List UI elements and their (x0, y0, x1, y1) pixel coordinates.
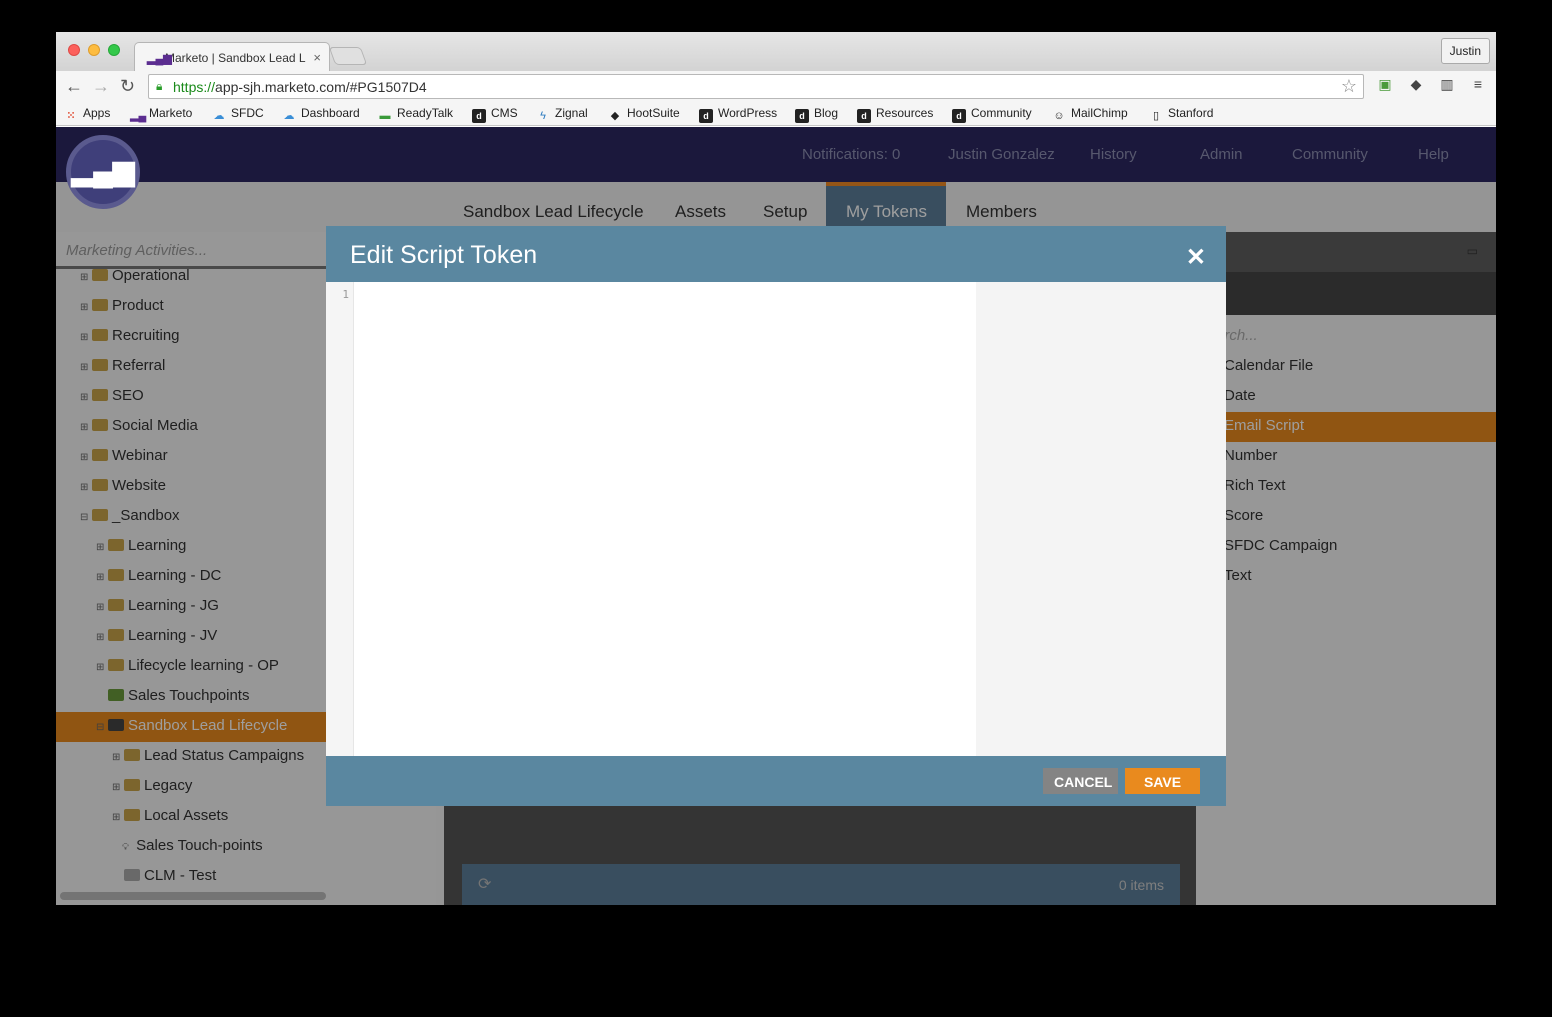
new-tab-button[interactable] (328, 47, 368, 65)
bookmark-apps[interactable]: ⁙ Apps (64, 106, 110, 123)
cms-icon: d (795, 109, 809, 123)
bookmark-wordpress[interactable]: d WordPress (699, 106, 777, 123)
maximize-window-button[interactable] (108, 44, 120, 56)
bookmark-zignal[interactable]: ϟ Zignal (536, 106, 588, 123)
zignal-icon: ϟ (540, 110, 546, 122)
menu-icon[interactable]: ≡ (1469, 76, 1487, 94)
tab-title: Marketo | Sandbox Lead L (165, 51, 306, 65)
instapaper-extension-icon[interactable]: ▥ (1438, 76, 1456, 94)
bookmarks-bar: ⁙ Apps ▂▄ Marketo ☁ SFDC ☁ Dashboard ▬ ReadyT… (56, 102, 1496, 126)
bookmark-sfdc[interactable]: ☁ SFDC (212, 106, 264, 123)
cms-icon: d (472, 109, 486, 123)
cms-icon: d (699, 109, 713, 123)
mailchimp-icon: ☺ (1053, 110, 1065, 122)
cms-icon: d (857, 109, 871, 123)
script-editor[interactable] (354, 282, 976, 756)
address-bar[interactable]: 🔒︎ https://app-sjh.marketo.com/#PG1507D4… (148, 74, 1364, 99)
close-icon[interactable]: ✕ (1186, 243, 1206, 272)
bookmark-community[interactable]: d Community (952, 106, 1032, 123)
page-icon: ▯ (1152, 110, 1160, 122)
owl-icon: ◆ (610, 110, 620, 122)
url-text: app-sjh.marketo.com/#PG1507D4 (215, 79, 427, 95)
editor-side-panel (976, 282, 1226, 756)
bookmark-readytalk[interactable]: ▬ ReadyTalk (378, 106, 454, 123)
line-number-gutter: 1 (326, 282, 354, 756)
url-scheme: https:// (173, 79, 216, 95)
apps-grid-icon: ⁙ (66, 110, 76, 122)
close-window-button[interactable] (68, 44, 80, 56)
reload-icon[interactable]: ↻ (120, 76, 135, 97)
dialog-title: Edit Script Token (350, 241, 538, 269)
cloud-icon: ☁ (213, 110, 225, 122)
tab-close-icon[interactable]: × (313, 50, 321, 65)
cloud-icon: ☁ (283, 110, 295, 122)
marketo-logo[interactable]: ▂▄▆ (66, 135, 140, 209)
cancel-button[interactable]: CANCEL (1043, 768, 1118, 794)
marketo-icon: ▂▄ (130, 110, 147, 122)
save-button[interactable]: SAVE (1125, 768, 1200, 794)
bookmark-cms[interactable]: d CMS (472, 106, 518, 123)
bookmark-marketo[interactable]: ▂▄ Marketo (130, 106, 192, 123)
browser-tab[interactable]: ▂▄▆ Marketo | Sandbox Lead L × (134, 42, 330, 71)
marketo-favicon-icon: ▂▄▆ (147, 53, 172, 65)
bookmark-star-icon[interactable]: ☆ (1341, 76, 1357, 97)
browser-toolbar: ← → ↻ 🔒︎ https://app-sjh.marketo.com/#PG… (56, 71, 1496, 102)
bookmark-dashboard[interactable]: ☁ Dashboard (282, 106, 360, 123)
edit-script-token-dialog: Edit Script Token ✕ 1 CANCEL SAVE (326, 226, 1226, 806)
tab-strip: ▂▄▆ Marketo | Sandbox Lead L × Justin (56, 32, 1496, 71)
bookmark-mailchimp[interactable]: ☺ MailChimp (1052, 106, 1127, 123)
bookmark-resources[interactable]: d Resources (857, 106, 933, 123)
profile-button[interactable]: Justin (1440, 38, 1490, 64)
minimize-window-button[interactable] (88, 44, 100, 56)
back-arrow-icon[interactable]: ← (65, 76, 83, 97)
bookmark-blog[interactable]: d Blog (795, 106, 838, 123)
bookmark-stanford[interactable]: ▯ Stanford (1149, 106, 1213, 123)
line-number: 1 (342, 288, 349, 301)
chat-bubble-icon: ▬ (379, 110, 391, 122)
lock-icon: 🔒︎ (156, 79, 163, 93)
hootlet-extension-icon[interactable]: ◆ (1407, 76, 1425, 94)
bookmark-hootsuite[interactable]: ◆ HootSuite (608, 106, 680, 123)
evernote-extension-icon[interactable]: ▣ (1376, 76, 1394, 94)
forward-arrow-icon[interactable]: → (92, 76, 110, 97)
cms-icon: d (952, 109, 966, 123)
